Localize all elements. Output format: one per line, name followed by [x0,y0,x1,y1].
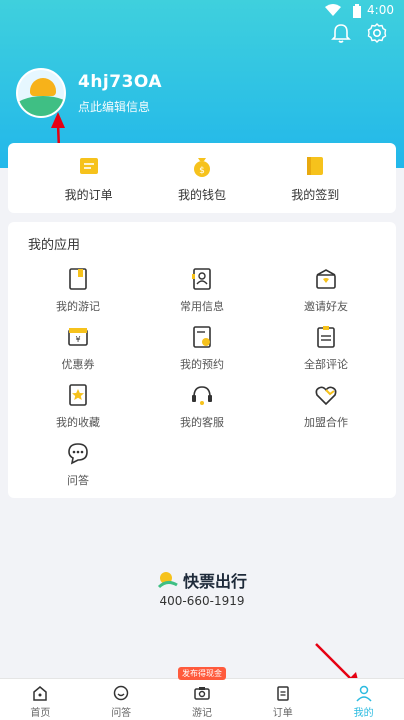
home-icon [33,686,48,701]
tab-qa[interactable]: 问答 [81,679,162,720]
app-favorites[interactable]: 我的收藏 [18,382,138,430]
app-coupon[interactable]: ¥ 优惠券 [18,324,138,372]
app-label: 加盟合作 [304,416,348,429]
reservation-icon [193,326,211,348]
favorites-icon [69,384,87,406]
status-bar: 4:00 [0,0,404,22]
checkin-icon [307,156,324,175]
battery-icon [353,4,361,18]
quick-action-label: 我的订单 [64,187,113,202]
brand-name: 快票出行 [182,572,247,591]
app-label: 优惠券 [61,358,95,371]
partnership-icon [315,386,337,406]
quick-action-orders[interactable]: 我的订单 [49,154,129,203]
app-contact-info[interactable]: 常用信息 [142,266,262,314]
edit-profile-link[interactable]: 点此编辑信息 [78,98,162,115]
tab-travel-notes[interactable]: 发布得现金 游记 [162,667,243,720]
wallet-icon: $ [193,157,210,177]
tab-label: 订单 [272,708,293,719]
quick-action-checkin[interactable]: 我的签到 [275,154,355,203]
section-title: 我的应用 [28,238,81,253]
app-comments[interactable]: 全部评论 [266,324,386,372]
promo-badge: 发布得现金 [177,667,226,680]
comments-icon [317,326,335,348]
status-time: 4:00 [367,3,394,17]
bell-icon[interactable] [330,22,352,44]
app-label: 我的预约 [180,358,224,371]
brand-footer: 快票出行 400-660-1919 [0,568,404,608]
quick-actions-card: 我的订单 $ 我的钱包 我的签到 [8,143,396,213]
contact-info-icon [192,268,211,290]
customer-service-icon [192,386,212,405]
coupon-icon: ¥ [68,328,88,346]
svg-text:$: $ [199,166,205,176]
app-label: 我的收藏 [56,416,100,429]
wifi-icon [325,4,341,16]
tab-label: 首页 [30,708,51,719]
bottom-tab-bar: 首页 问答 发布得现金 游记 订单 我的 [0,667,404,720]
app-customer-service[interactable]: 我的客服 [142,382,262,430]
qa-tab-icon [113,685,129,701]
quick-action-label: 我的钱包 [177,187,226,202]
quick-action-wallet[interactable]: $ 我的钱包 [162,154,242,203]
gear-icon[interactable] [366,22,388,44]
app-label: 邀请好友 [304,300,348,313]
tab-label: 问答 [111,708,132,719]
invite-friend-icon [316,269,336,289]
app-qa[interactable]: 问答 [18,440,138,488]
profile-tab-icon [356,685,372,702]
brand-logo-icon [157,572,178,589]
qa-icon [68,443,88,465]
profile-header[interactable]: 4hj73OA 点此编辑信息 [16,68,162,118]
app-label: 我的客服 [180,416,224,429]
quick-action-label: 我的签到 [291,187,340,202]
tab-orders[interactable]: 订单 [242,679,323,720]
app-label: 常用信息 [180,300,224,313]
orders-tab-icon [277,686,289,701]
tab-profile[interactable]: 我的 [323,679,404,720]
tab-label: 游记 [191,708,212,719]
app-travel-notes[interactable]: 我的游记 [18,266,138,314]
app-label: 全部评论 [304,358,348,371]
tab-label: 我的 [353,708,374,719]
app-label: 问答 [67,474,89,487]
header-actions [330,22,388,44]
app-label: 我的游记 [56,300,100,313]
username: 4hj73OA [78,71,163,92]
camera-icon [194,687,210,700]
app-reservation[interactable]: 我的预约 [142,324,262,372]
tab-home[interactable]: 首页 [0,679,81,720]
svg-text:¥: ¥ [75,335,80,344]
order-icon [79,157,98,174]
app-invite-friend[interactable]: 邀请好友 [266,266,386,314]
service-phone[interactable]: 400-660-1919 [159,594,244,608]
travel-notes-icon [69,268,87,290]
my-apps-card: 我的应用 我的游记 常用信息 邀请好友 ¥ 优惠券 我的预约 全部评论 我的收藏… [8,222,396,498]
app-partnership[interactable]: 加盟合作 [266,382,386,430]
